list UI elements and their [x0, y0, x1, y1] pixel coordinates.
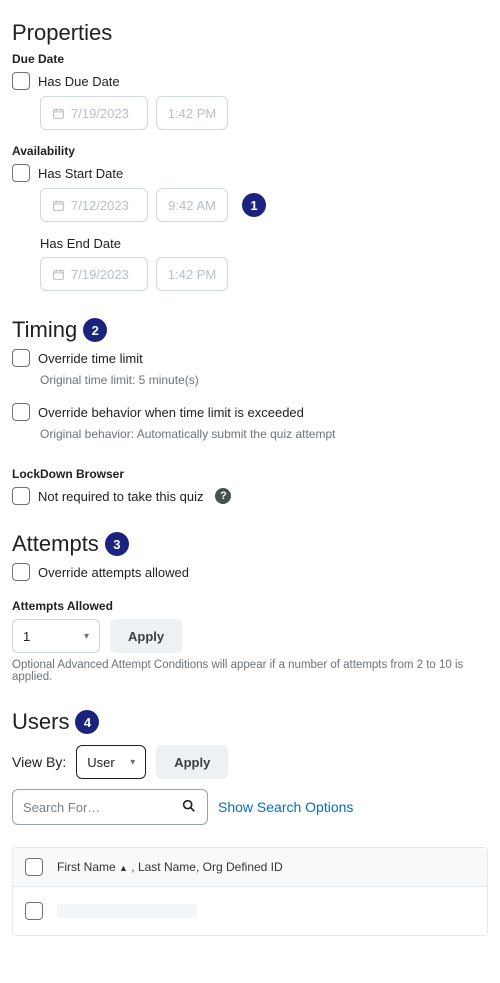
end-date-input[interactable]: 7/19/2023 [40, 257, 148, 291]
users-table: First Name ▲ , Last Name, Org Defined ID [12, 847, 488, 936]
start-date-input[interactable]: 7/12/2023 [40, 188, 148, 222]
help-icon[interactable]: ? [215, 488, 231, 504]
original-time-hint: Original time limit: 5 minute(s) [40, 373, 488, 387]
start-time-value: 9:42 AM [168, 198, 216, 213]
chevron-down-icon: ▾ [130, 757, 135, 768]
table-header-row: First Name ▲ , Last Name, Org Defined ID [13, 848, 487, 887]
override-behavior-label: Override behavior when time limit is exc… [38, 405, 304, 420]
calendar-icon [51, 198, 65, 212]
table-header-text[interactable]: First Name ▲ , Last Name, Org Defined ID [57, 860, 283, 874]
viewby-select[interactable]: User ▾ [76, 745, 146, 779]
attempts-apply-button[interactable]: Apply [110, 619, 182, 653]
annotation-badge-4: 4 [75, 710, 99, 734]
has-start-date-checkbox[interactable] [12, 164, 30, 182]
calendar-icon [51, 106, 65, 120]
attempts-allowed-select[interactable]: 1 ▾ [12, 619, 100, 653]
end-date-value: 7/19/2023 [71, 267, 129, 282]
has-start-date-label: Has Start Date [38, 166, 123, 181]
annotation-badge-3: 3 [105, 532, 129, 556]
row-checkbox[interactable] [25, 902, 43, 920]
original-behavior-hint: Original behavior: Automatically submit … [40, 427, 488, 441]
viewby-value: User [87, 755, 114, 770]
attempts-allowed-label: Attempts Allowed [12, 599, 488, 613]
viewby-apply-button[interactable]: Apply [156, 745, 228, 779]
override-attempts-label: Override attempts allowed [38, 565, 189, 580]
has-due-date-checkbox[interactable] [12, 72, 30, 90]
attempts-note: Optional Advanced Attempt Conditions wil… [12, 659, 488, 683]
due-date-value: 7/19/2023 [71, 106, 129, 121]
override-attempts-checkbox[interactable] [12, 563, 30, 581]
due-time-value: 1:42 PM [168, 106, 216, 121]
override-time-checkbox[interactable] [12, 349, 30, 367]
timing-heading: Timing [12, 317, 77, 343]
end-time-value: 1:42 PM [168, 267, 216, 282]
has-due-date-label: Has Due Date [38, 74, 120, 89]
properties-heading: Properties [12, 20, 488, 46]
select-all-checkbox[interactable] [25, 858, 43, 876]
show-search-options-link[interactable]: Show Search Options [218, 799, 353, 815]
start-time-input[interactable]: 9:42 AM [156, 188, 228, 222]
annotation-badge-2: 2 [83, 318, 107, 342]
annotation-badge-1: 1 [242, 193, 266, 217]
chevron-down-icon: ▾ [84, 631, 89, 642]
attempts-allowed-value: 1 [23, 629, 30, 644]
viewby-label: View By: [12, 754, 66, 770]
lockdown-heading: LockDown Browser [12, 467, 488, 481]
due-date-input[interactable]: 7/19/2023 [40, 96, 148, 130]
availability-label: Availability [12, 144, 488, 158]
search-input[interactable]: Search For… [12, 789, 208, 825]
table-row [13, 887, 487, 935]
search-icon[interactable] [181, 798, 197, 817]
override-time-label: Override time limit [38, 351, 143, 366]
override-behavior-checkbox[interactable] [12, 403, 30, 421]
start-date-value: 7/12/2023 [71, 198, 129, 213]
due-time-input[interactable]: 1:42 PM [156, 96, 228, 130]
due-date-label: Due Date [12, 52, 488, 66]
lockdown-checkbox[interactable] [12, 487, 30, 505]
has-end-date-label: Has End Date [40, 236, 121, 251]
attempts-heading: Attempts [12, 531, 99, 557]
calendar-icon [51, 267, 65, 281]
users-heading: Users [12, 709, 69, 735]
sort-asc-icon: ▲ [119, 863, 128, 873]
row-content [57, 904, 197, 918]
search-placeholder: Search For… [23, 800, 100, 815]
end-time-input[interactable]: 1:42 PM [156, 257, 228, 291]
lockdown-label: Not required to take this quiz [38, 489, 203, 504]
